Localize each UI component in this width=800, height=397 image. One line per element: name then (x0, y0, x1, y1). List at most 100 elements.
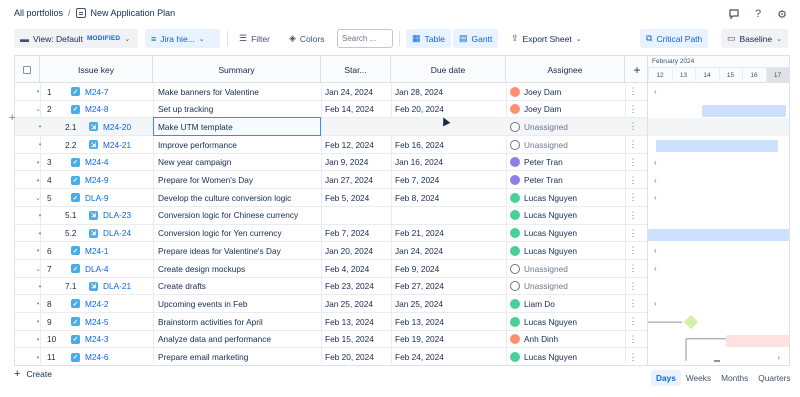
issue-key-link[interactable]: DLA-23 (103, 210, 131, 220)
row-more-icon[interactable]: ⋮ (627, 225, 647, 242)
add-column-button[interactable]: + (625, 56, 647, 83)
due-date-cell[interactable]: Jan 24, 2024 (395, 242, 503, 259)
start-date-cell[interactable]: Feb 15, 2024 (325, 331, 389, 348)
due-date-cell[interactable]: Feb 20, 2024 (395, 101, 503, 118)
table-row[interactable]: • 2.1 ⇲ M24-20 Make UTM template Unassigned ⋮ (15, 117, 647, 137)
summary-cell[interactable]: Conversion logic for Chinese currency (154, 207, 320, 224)
issue-key-link[interactable]: M24-9 (85, 175, 109, 185)
zoom-option-months[interactable]: Months (716, 370, 753, 386)
header-assignee[interactable]: Assignee (506, 56, 625, 83)
issue-key-cell[interactable]: ✓ M24-6 (71, 349, 151, 366)
table-row[interactable]: ⌄ 2 ✓ M24-8 Set up tracking Feb 14, 2024 Feb 2… (15, 101, 647, 119)
table-row[interactable]: • 5.2 ⇲ DLA-24 Conversion logic for Yen curr… (15, 225, 647, 243)
summary-cell[interactable]: Create design mockups (154, 260, 320, 277)
start-date-cell[interactable]: Jan 9, 2024 (325, 154, 389, 171)
row-more-icon[interactable]: ⋮ (627, 118, 647, 135)
summary-cell[interactable]: Conversion logic for Yen currency (154, 225, 320, 242)
due-date-cell[interactable]: Feb 27, 2024 (395, 278, 503, 295)
start-date-cell[interactable]: Feb 20, 2024 (325, 349, 389, 366)
issue-key-link[interactable]: M24-20 (103, 122, 131, 132)
summary-cell[interactable]: Set up tracking (154, 101, 320, 118)
due-date-cell[interactable]: Feb 21, 2024 (395, 225, 503, 242)
header-summary[interactable]: Summary (153, 56, 321, 83)
breadcrumb-portfolios-link[interactable]: All portfolios (14, 8, 63, 18)
view-dropdown[interactable]: ▬ View: Default MODIFIED ⌄ (14, 29, 138, 48)
header-due-date[interactable]: Due date (391, 56, 506, 83)
due-date-cell[interactable]: Feb 13, 2024 (395, 313, 503, 330)
start-date-cell[interactable]: Feb 7, 2024 (325, 225, 389, 242)
assignee-cell[interactable]: Joey Dam (510, 101, 622, 118)
issue-key-link[interactable]: M24-21 (103, 140, 131, 150)
assignee-cell[interactable]: Liam Do (510, 295, 622, 312)
summary-cell[interactable]: Prepare email marketing (154, 349, 320, 366)
row-more-icon[interactable]: ⋮ (627, 260, 647, 277)
zoom-option-weeks[interactable]: Weeks (681, 370, 716, 386)
assignee-cell[interactable]: Lucas Nguyen (510, 242, 622, 259)
issue-key-link[interactable]: M24-7 (85, 87, 109, 97)
start-date-cell[interactable]: Jan 20, 2024 (325, 242, 389, 259)
issue-key-cell[interactable]: ✓ M24-7 (71, 83, 151, 100)
assignee-cell[interactable]: Unassigned (510, 260, 622, 277)
issue-key-link[interactable]: DLA-4 (85, 264, 109, 274)
feedback-icon[interactable] (726, 6, 742, 22)
table-row[interactable]: • 7.1 ⇲ DLA-21 Create drafts Feb 23, 2024 Feb … (15, 278, 647, 296)
breadcrumb-plan-link[interactable]: New Application Plan (91, 8, 176, 18)
filter-button[interactable]: ☰ Filter (233, 29, 276, 48)
start-date-cell[interactable]: Feb 23, 2024 (325, 278, 389, 295)
row-more-icon[interactable]: ⋮ (627, 83, 647, 100)
due-date-cell[interactable]: Jan 16, 2024 (395, 154, 503, 171)
row-more-icon[interactable]: ⋮ (627, 331, 647, 348)
start-date-cell[interactable]: Jan 25, 2024 (325, 295, 389, 312)
start-date-cell[interactable]: Feb 12, 2024 (325, 136, 389, 153)
expand-toggle-icon[interactable]: ⌄ (34, 101, 44, 118)
table-row[interactable]: • 4 ✓ M24-9 Prepare for Women's Day Jan 27, 2… (15, 172, 647, 190)
table-view-button[interactable]: ▦ Table (406, 29, 451, 48)
summary-cell[interactable]: Upcoming events in Feb (154, 295, 320, 312)
start-date-cell[interactable]: Jan 27, 2024 (325, 172, 389, 189)
row-more-icon[interactable]: ⋮ (627, 154, 647, 171)
start-date-cell[interactable]: Jan 24, 2024 (325, 83, 389, 100)
row-more-icon[interactable]: ⋮ (627, 278, 647, 295)
header-start-date[interactable]: Star... (321, 56, 391, 83)
issue-key-link[interactable]: M24-3 (85, 334, 109, 344)
summary-cell[interactable]: Develop the culture conversion logic (154, 189, 320, 206)
issue-key-link[interactable]: M24-6 (85, 352, 109, 362)
table-row[interactable]: ⌄ 5 ✓ DLA-9 Develop the culture conversion l… (15, 189, 647, 207)
header-issue-key[interactable]: Issue key (40, 56, 153, 83)
issue-key-cell[interactable]: ✓ DLA-4 (71, 260, 151, 277)
start-date-cell[interactable]: Feb 5, 2024 (325, 189, 389, 206)
issue-key-cell[interactable]: ✓ M24-2 (71, 295, 151, 312)
assignee-cell[interactable]: Peter Tran (510, 172, 622, 189)
start-date-cell[interactable]: Feb 13, 2024 (325, 313, 389, 330)
row-more-icon[interactable]: ⋮ (627, 101, 647, 118)
row-more-icon[interactable]: ⋮ (627, 349, 647, 366)
due-date-cell[interactable]: Feb 9, 2024 (395, 260, 503, 277)
row-more-icon[interactable]: ⋮ (627, 313, 647, 330)
issue-key-link[interactable]: DLA-9 (85, 193, 109, 203)
summary-cell[interactable]: New year campaign (154, 154, 320, 171)
hierarchy-dropdown[interactable]: ≡ Jira hie... ⌄ (145, 29, 220, 48)
issue-key-cell[interactable]: ✓ M24-9 (71, 172, 151, 189)
table-row[interactable]: • 6 ✓ M24-1 Prepare ideas for Valentine's Da… (15, 242, 647, 260)
start-date-cell[interactable]: Feb 14, 2024 (325, 101, 389, 118)
settings-icon[interactable]: ⚙ (774, 6, 790, 22)
zoom-option-days[interactable]: Days (651, 370, 681, 386)
assignee-cell[interactable]: Peter Tran (510, 154, 622, 171)
expand-toggle-icon[interactable]: ⌄ (34, 260, 44, 277)
assignee-cell[interactable]: Unassigned (510, 136, 622, 153)
table-row[interactable]: • 5.1 ⇲ DLA-23 Conversion logic for Chinese … (15, 207, 647, 225)
issue-key-cell[interactable]: ✓ M24-4 (71, 154, 151, 171)
issue-key-cell[interactable]: ✓ M24-8 (71, 101, 151, 118)
assignee-cell[interactable]: Lucas Nguyen (510, 225, 622, 242)
due-date-cell[interactable]: Feb 19, 2024 (395, 331, 503, 348)
issue-key-link[interactable]: M24-8 (85, 104, 109, 114)
assignee-cell[interactable]: Unassigned (510, 278, 622, 295)
start-date-cell[interactable] (325, 207, 389, 224)
table-row[interactable]: • 9 ✓ M24-5 Brainstorm activities for April F… (15, 313, 647, 331)
assignee-cell[interactable]: Lucas Nguyen (510, 313, 622, 330)
summary-cell[interactable]: Improve performance (154, 136, 320, 153)
table-row[interactable]: ⌄ 7 ✓ DLA-4 Create design mockups Feb 4, 2024… (15, 260, 647, 278)
summary-cell[interactable]: Make UTM template (153, 117, 321, 137)
assignee-cell[interactable]: Anh Dinh (510, 331, 622, 348)
insert-row-icon[interactable]: + (9, 112, 15, 124)
